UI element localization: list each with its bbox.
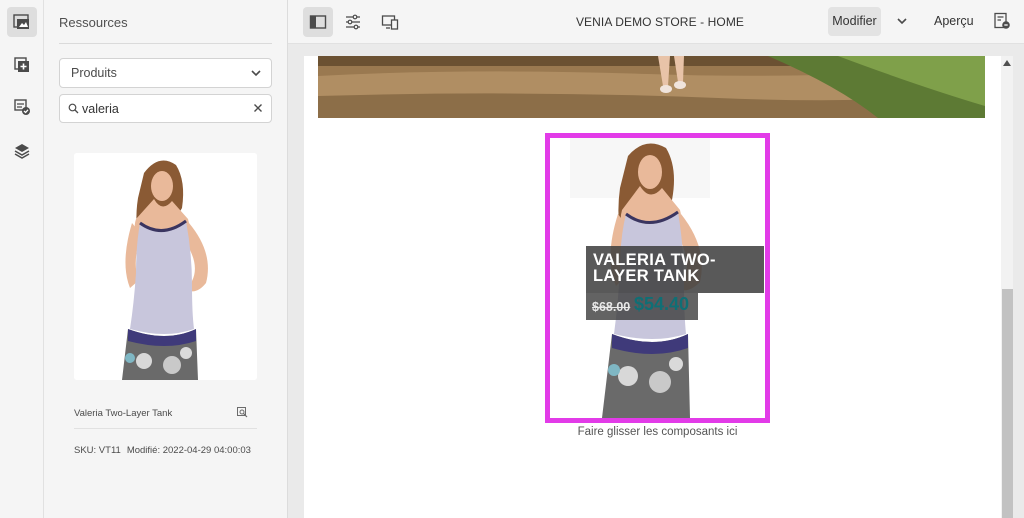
- panel-title: Ressources: [59, 15, 128, 30]
- add-component-icon: [14, 57, 29, 72]
- product-sku: SKU: VT11: [74, 445, 121, 456]
- editor-app: Ressources Produits valeria Valeria Two-…: [0, 0, 1024, 518]
- sliders-icon: [346, 14, 360, 30]
- clear-search-icon[interactable]: [253, 103, 263, 113]
- asset-search: [59, 94, 272, 123]
- card-divider: [74, 428, 257, 429]
- price-original: $68.00: [592, 300, 631, 314]
- page-info-icon[interactable]: [993, 12, 1011, 30]
- teaser-title-box: VALERIA TWO-LAYER TANK: [586, 246, 764, 293]
- product-thumbnail: [74, 153, 257, 380]
- drop-zone-hint[interactable]: Faire glisser les composants ici: [545, 426, 770, 438]
- side-rail: [0, 0, 44, 518]
- page-properties-button[interactable]: [338, 7, 368, 37]
- content-check-icon: [14, 99, 30, 115]
- layers-button[interactable]: [7, 136, 37, 166]
- asset-type-value: Produits: [71, 66, 117, 80]
- price-sale: $54.40: [634, 294, 690, 314]
- mode-chevron-down-icon[interactable]: [896, 15, 908, 27]
- canvas-scrollbar[interactable]: [1001, 56, 1013, 518]
- editor-canvas-area: VALERIA TWO-LAYER TANK $68.00 $54.40 Fai…: [288, 44, 1024, 518]
- assets-panel: Ressources Produits valeria Valeria Two-…: [44, 0, 288, 518]
- product-modified: Modifié: 2022-04-29 04:00:03: [126, 445, 251, 456]
- asset-finder-icon: [13, 14, 29, 29]
- product-teaser[interactable]: VALERIA TWO-LAYER TANK $68.00 $54.40: [545, 133, 770, 423]
- search-icon: [68, 103, 79, 114]
- side-panel-icon: [309, 15, 327, 29]
- page-canvas: VALERIA TWO-LAYER TANK $68.00 $54.40 Fai…: [304, 56, 1001, 518]
- content-tree-button[interactable]: [7, 92, 37, 122]
- hero-picture: [318, 56, 985, 118]
- mode-edit-button[interactable]: Modifier: [828, 7, 881, 36]
- hero-image[interactable]: [318, 56, 985, 118]
- emulator-button[interactable]: [375, 7, 405, 37]
- search-input[interactable]: [82, 100, 242, 118]
- chevron-down-icon: [251, 70, 261, 77]
- product-name: Valeria Two-Layer Tank: [74, 408, 173, 419]
- layers-icon: [14, 144, 30, 159]
- scroll-up-arrow-icon[interactable]: [1003, 60, 1011, 66]
- teaser-price-box: $68.00 $54.40: [586, 293, 698, 320]
- panel-divider: [59, 43, 272, 44]
- devices-icon: [381, 15, 399, 30]
- asset-type-select[interactable]: Produits: [59, 58, 272, 88]
- top-toolbar: VENIA DEMO STORE - HOME Modifier Aperçu: [288, 0, 1024, 44]
- product-asset-card[interactable]: [74, 153, 257, 380]
- product-meta: SKU: VT11 Modifié: 2022-04-29 04:00:03: [74, 445, 251, 456]
- teaser-title: VALERIA TWO-LAYER TANK: [593, 251, 716, 285]
- preview-button[interactable]: Aperçu: [934, 14, 974, 28]
- components-button[interactable]: [7, 50, 37, 80]
- asset-finder-button[interactable]: [7, 7, 37, 37]
- preview-icon[interactable]: [237, 407, 248, 418]
- page-title: VENIA DEMO STORE - HOME: [575, 15, 745, 29]
- scrollbar-thumb[interactable]: [1002, 289, 1013, 518]
- toggle-side-panel-button[interactable]: [303, 7, 333, 37]
